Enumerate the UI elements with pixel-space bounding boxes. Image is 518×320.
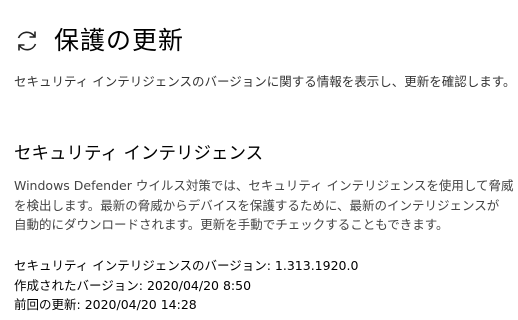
- section-title: セキュリティ インテリジェンス: [14, 144, 264, 164]
- section-description-line: 自動的にダウンロードされます。更新を手動でチェックすることもできます。: [14, 217, 449, 232]
- refresh-icon: [14, 28, 40, 54]
- section-description-line: を検出します。最新の脅威からデバイスを保護するために、最新のインテリジェンスが: [14, 197, 500, 213]
- page-description: セキュリティ インテリジェンスのバージョンに関する情報を表示し、更新を確認します…: [14, 74, 516, 89]
- created-version-row: 作成されたバージョン: 2020/04/20 8:50: [14, 276, 358, 296]
- last-update-value: 2020/04/20 14:28: [84, 297, 197, 312]
- intelligence-version-label: セキュリティ インテリジェンスのバージョン:: [14, 258, 275, 273]
- intelligence-version-row: セキュリティ インテリジェンスのバージョン: 1.313.1920.0: [14, 256, 358, 276]
- created-version-label: 作成されたバージョン:: [14, 277, 147, 293]
- page-title: 保護の更新: [54, 26, 185, 55]
- last-update-label: 前回の更新:: [14, 297, 85, 312]
- version-info-list: セキュリティ インテリジェンスのバージョン: 1.313.1920.0 作成され…: [14, 256, 358, 315]
- last-update-row: 前回の更新: 2020/04/20 14:28: [14, 295, 358, 315]
- section-description-line: Windows Defender ウイルス対策では、セキュリティ インテリジェン…: [14, 178, 514, 193]
- section-description: Windows Defender ウイルス対策では、セキュリティ インテリジェン…: [14, 176, 514, 235]
- intelligence-version-value: 1.313.1920.0: [274, 258, 359, 273]
- created-version-value: 2020/04/20 8:50: [146, 277, 252, 293]
- page-header: 保護の更新: [14, 24, 184, 58]
- protection-updates-page: 保護の更新 セキュリティ インテリジェンスのバージョンに関する情報を表示し、更新…: [0, 0, 518, 320]
